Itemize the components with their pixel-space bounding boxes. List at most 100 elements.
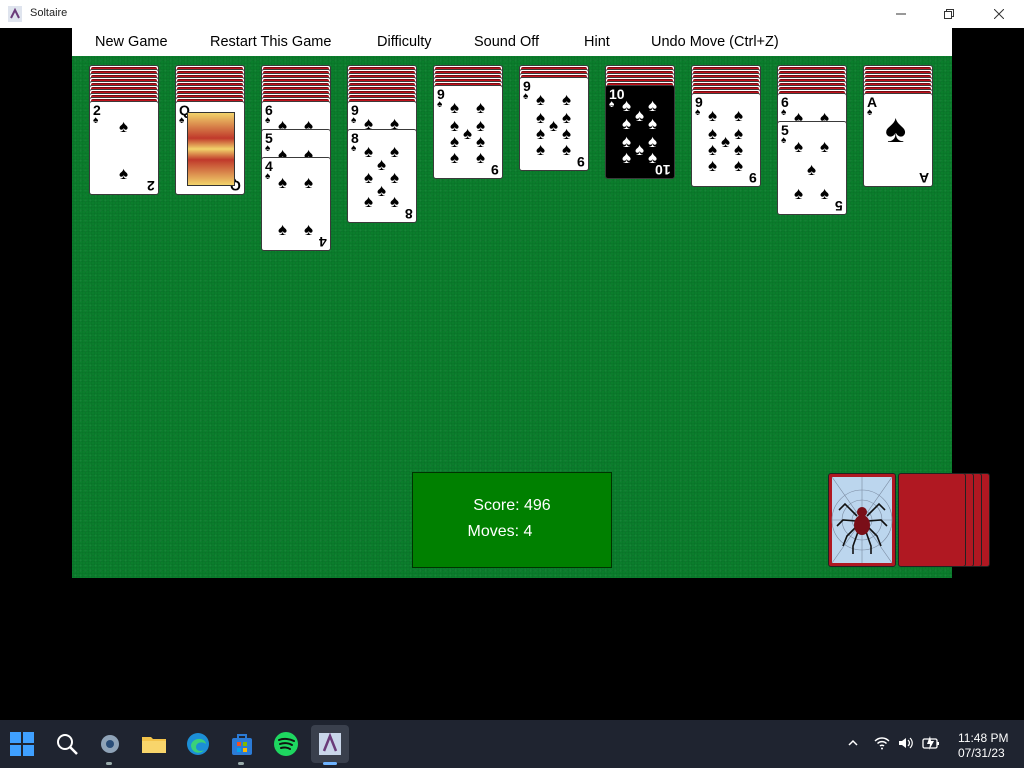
- spade-pip-icon: ♠: [364, 192, 374, 211]
- playing-card[interactable]: 10 ♠ 10 ♠ ♠ ♠ ♠ ♠ ♠ ♠ ♠ ♠ ♠: [605, 85, 675, 179]
- spade-pip-icon: ♠: [794, 137, 804, 156]
- spider-app-icon: [8, 6, 22, 22]
- spade-pip-icon: ♠: [734, 156, 744, 175]
- card-rank-bottom: 8: [405, 206, 413, 222]
- store-icon[interactable]: [229, 731, 255, 757]
- spade-pip-icon: ♠: [364, 142, 374, 161]
- card-rank-bottom: 2: [147, 178, 155, 194]
- window-title: Soltaire: [30, 7, 68, 19]
- title-bar: Soltaire: [0, 0, 1024, 28]
- spade-pip-icon: ♠: [820, 137, 830, 156]
- spade-pip-icon: ♠: [721, 132, 731, 151]
- close-icon: [993, 8, 1005, 20]
- card-rank-bottom: 9: [577, 154, 585, 170]
- playing-card[interactable]: 8 ♠ 8 ♠ ♠ ♠ ♠ ♠ ♠ ♠ ♠: [347, 129, 417, 223]
- card-rank-bottom: A: [918, 170, 929, 186]
- spade-pip-icon: ♠: [622, 148, 632, 167]
- spade-pip-icon: ♠: [549, 116, 559, 135]
- card-rank-bottom: 10: [655, 162, 671, 178]
- card-rank-bottom: 9: [749, 170, 757, 186]
- menu-undo[interactable]: Undo Move (Ctrl+Z): [651, 34, 779, 50]
- spade-icon: ♠: [781, 135, 787, 146]
- spade-pip-icon: ♠: [450, 98, 460, 117]
- score-panel: Score: 496 Moves: 4: [412, 472, 612, 568]
- spade-pip-icon: ♠: [885, 107, 907, 151]
- playing-card[interactable]: Q ♠ Q: [175, 101, 245, 195]
- active-app-indicator: [323, 762, 337, 765]
- spade-pip-icon: ♠: [708, 106, 718, 125]
- spade-icon: ♠: [265, 171, 271, 182]
- spade-pip-icon: ♠: [807, 160, 817, 179]
- stock-card: [898, 473, 966, 567]
- spade-pip-icon: ♠: [648, 114, 658, 133]
- spade-pip-icon: ♠: [377, 155, 387, 174]
- card-rank-bottom: 4: [319, 234, 327, 250]
- spade-pip-icon: ♠: [390, 142, 400, 161]
- score-text: Score: 496: [473, 497, 551, 514]
- spade-icon: ♠: [437, 99, 443, 110]
- search-icon[interactable]: [54, 731, 80, 757]
- playing-card[interactable]: 2 ♠ 2 ♠ ♠: [89, 101, 159, 195]
- spade-icon: ♠: [179, 115, 185, 126]
- edge-icon[interactable]: [185, 731, 211, 757]
- spade-pip-icon: ♠: [820, 184, 830, 203]
- playing-card[interactable]: A ♠ A ♠: [863, 93, 933, 187]
- playing-card[interactable]: 9♠9♠♠♠♠♠♠♠♠♠: [691, 93, 761, 187]
- spade-pip-icon: ♠: [390, 192, 400, 211]
- stock-card-top: [828, 473, 896, 567]
- close-button[interactable]: [976, 0, 1022, 28]
- playing-card[interactable]: 9♠9♠♠♠♠♠♠♠♠♠: [433, 85, 503, 179]
- spade-icon: ♠: [867, 107, 873, 118]
- start-icon[interactable]: [9, 731, 35, 757]
- clock-date[interactable]: 07/31/23: [958, 746, 1005, 760]
- spade-pip-icon: ♠: [119, 117, 129, 136]
- spade-pip-icon: ♠: [536, 140, 546, 159]
- menu-hint[interactable]: Hint: [584, 34, 610, 50]
- menu-restart-game[interactable]: Restart This Game: [210, 34, 331, 50]
- battery-icon[interactable]: [922, 735, 940, 751]
- wifi-icon[interactable]: [874, 736, 890, 750]
- playing-card[interactable]: 4 ♠ 4 ♠ ♠ ♠ ♠: [261, 157, 331, 251]
- spade-pip-icon: ♠: [364, 168, 374, 187]
- spade-pip-icon: ♠: [734, 106, 744, 125]
- spade-pip-icon: ♠: [304, 173, 314, 192]
- spade-pip-icon: ♠: [562, 90, 572, 109]
- chevron-up-icon[interactable]: [847, 737, 859, 749]
- spade-pip-icon: ♠: [476, 98, 486, 117]
- spade-pip-icon: ♠: [635, 106, 645, 125]
- spade-icon: ♠: [695, 107, 701, 118]
- spade-pip-icon: ♠: [278, 220, 288, 239]
- spade-icon: ♠: [351, 143, 357, 154]
- playing-card[interactable]: 9♠9♠♠♠♠♠♠♠♠♠: [519, 77, 589, 171]
- menu-difficulty[interactable]: Difficulty: [377, 34, 432, 50]
- clock-time[interactable]: 11:48 PM: [958, 731, 1008, 745]
- spade-pip-icon: ♠: [622, 114, 632, 133]
- spade-pip-icon: ♠: [278, 173, 288, 192]
- spade-pip-icon: ♠: [304, 220, 314, 239]
- restore-icon: [944, 9, 954, 19]
- solitaire-icon[interactable]: [317, 731, 343, 757]
- spade-pip-icon: ♠: [648, 96, 658, 115]
- spade-pip-icon: ♠: [390, 168, 400, 187]
- settings-icon[interactable]: [97, 731, 123, 757]
- app-indicator: [238, 762, 244, 765]
- spider-icon: [831, 476, 893, 564]
- menu-sound[interactable]: Sound Off: [474, 34, 539, 50]
- spade-pip-icon: ♠: [119, 164, 129, 183]
- playing-card[interactable]: 5♠5♠♠♠♠♠: [777, 121, 847, 215]
- queen-portrait-icon: [187, 112, 235, 186]
- card-rank-bottom: 5: [835, 198, 843, 214]
- restore-button[interactable]: [926, 0, 972, 28]
- spotify-icon[interactable]: [273, 731, 299, 757]
- spade-pip-icon: ♠: [622, 96, 632, 115]
- volume-icon[interactable]: [898, 736, 914, 750]
- spade-icon: ♠: [265, 115, 271, 126]
- file-explorer-icon[interactable]: [141, 731, 167, 757]
- spade-pip-icon: ♠: [635, 140, 645, 159]
- minimize-button[interactable]: [878, 0, 924, 28]
- menu-new-game[interactable]: New Game: [95, 34, 168, 50]
- spade-pip-icon: ♠: [536, 90, 546, 109]
- spade-icon: ♠: [781, 107, 787, 118]
- spade-icon: ♠: [351, 115, 357, 126]
- spade-icon: ♠: [265, 143, 271, 154]
